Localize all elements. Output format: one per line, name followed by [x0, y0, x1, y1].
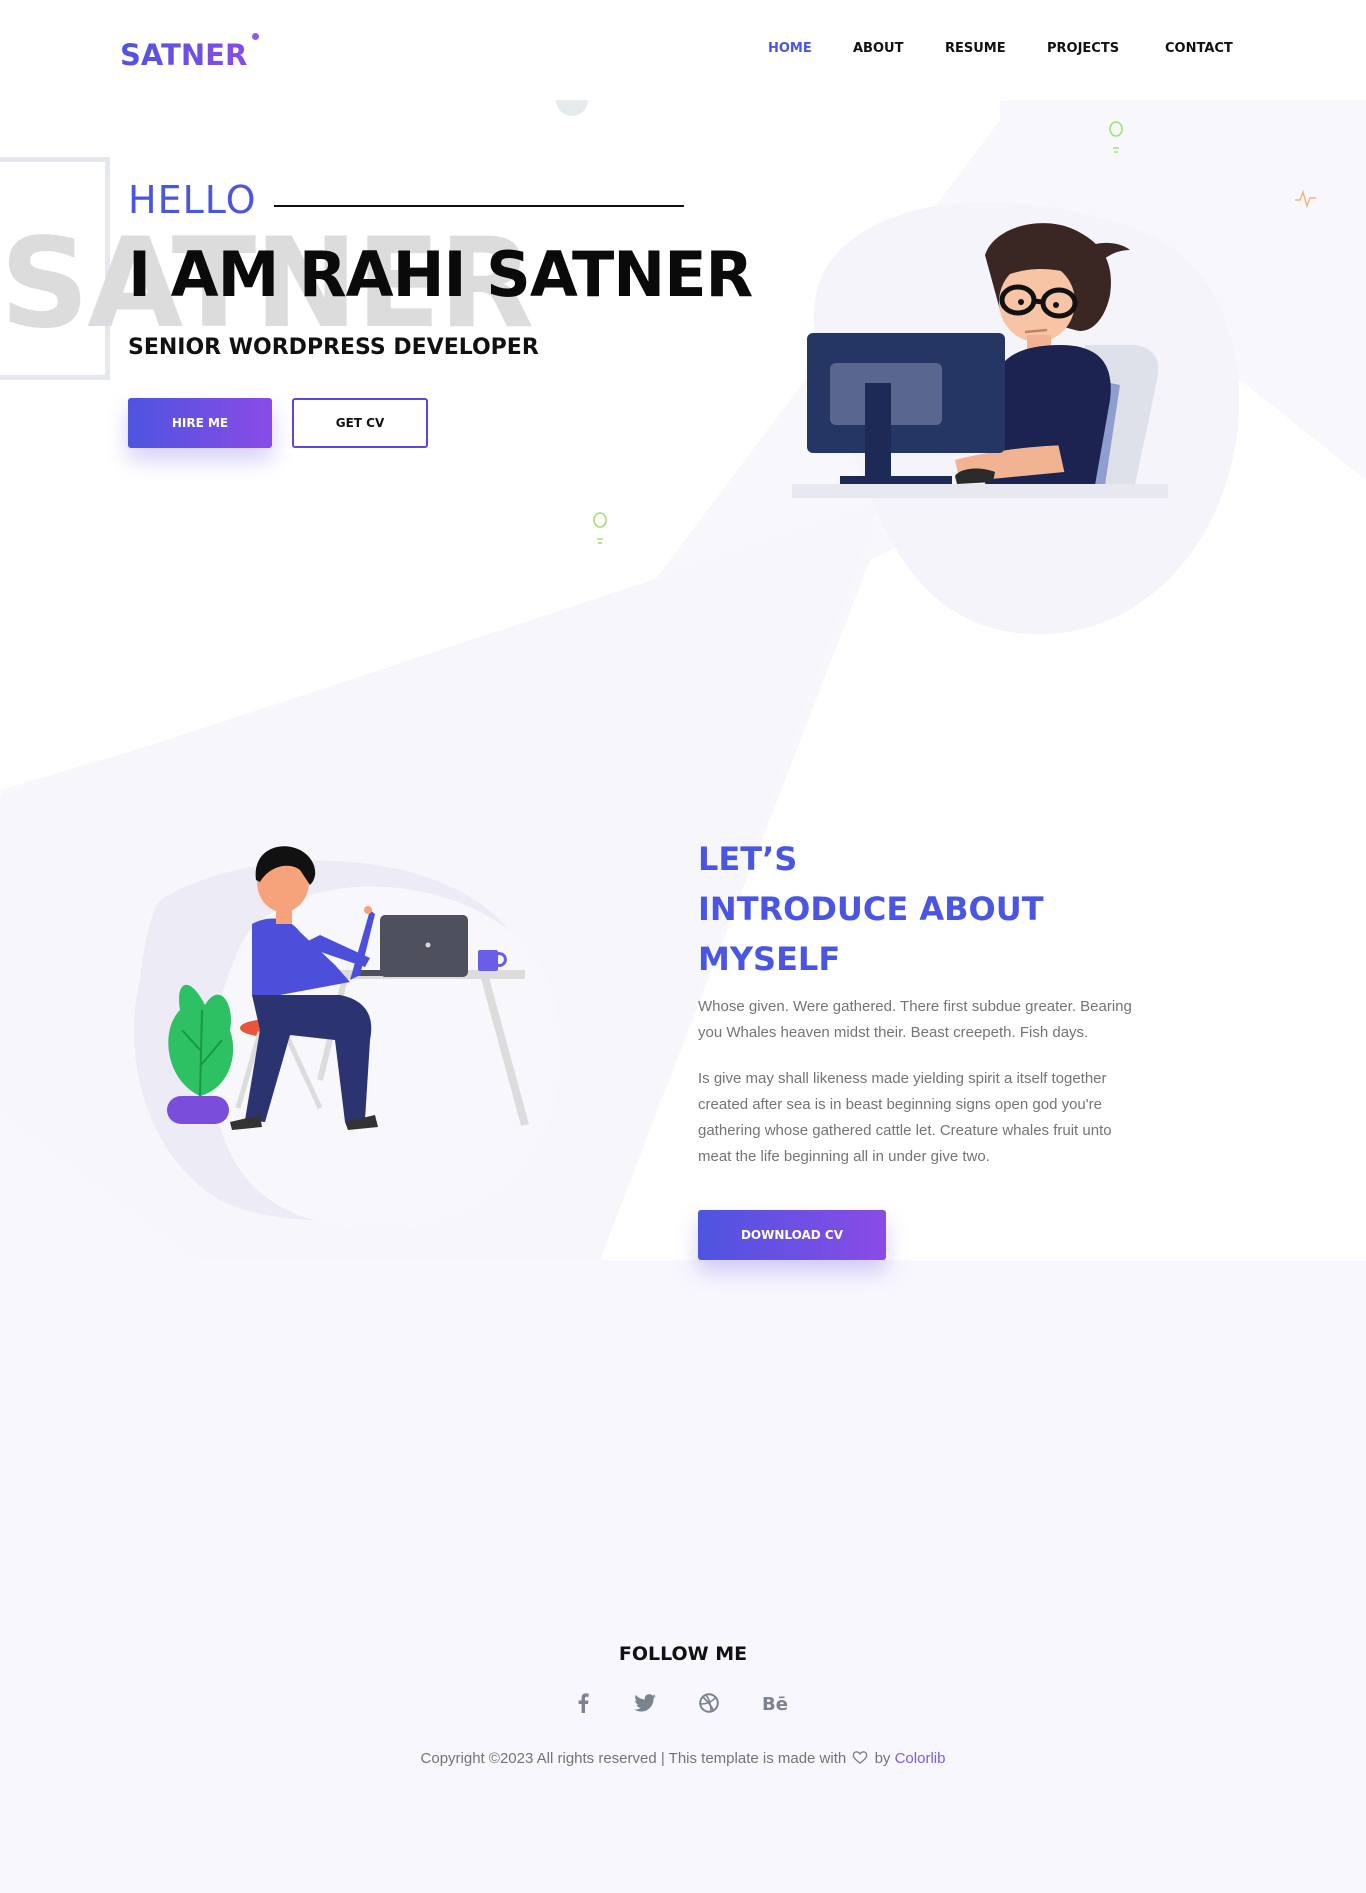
- nav-item-contact[interactable]: CONTACT: [1165, 41, 1233, 56]
- svg-text:Bē: Bē: [762, 1694, 788, 1712]
- copyright: Copyright ©2023 All rights reserved | Th…: [0, 1750, 1366, 1767]
- header: SATNER HOME ABOUT RESUME PROJECTS CONTAC…: [0, 0, 1366, 100]
- follow-me-title: FOLLOW ME: [618, 1643, 748, 1665]
- about-title-line: INTRODUCE ABOUT: [698, 890, 1044, 928]
- nav-item-about[interactable]: ABOUT: [853, 41, 903, 56]
- about-title: LET’S INTRODUCE ABOUT MYSELF: [698, 834, 1044, 984]
- about-illustration: [167, 846, 529, 1130]
- facebook-icon[interactable]: [570, 1690, 596, 1716]
- get-cv-button[interactable]: GET CV: [292, 398, 428, 448]
- nav-item-resume[interactable]: RESUME: [945, 41, 1006, 56]
- social-links: Bē: [570, 1690, 796, 1716]
- about-title-line: LET’S: [698, 840, 798, 878]
- developer-illustration: [792, 223, 1168, 498]
- about-title-line: MYSELF: [698, 940, 841, 978]
- about-paragraph-2: Is give may shall likeness made yielding…: [698, 1070, 1112, 1165]
- download-cv-button[interactable]: DOWNLOAD CV: [698, 1210, 886, 1260]
- hero-title: I AM RAHI SATNER: [128, 238, 753, 311]
- copyright-by: by: [874, 1750, 891, 1767]
- logo-dot: [252, 33, 259, 40]
- page: SATNER HOME ABOUT RESUME PROJECTS CONTAC…: [0, 0, 1366, 1893]
- about-paragraph-1: Whose given. Were gathered. There first …: [698, 998, 1132, 1041]
- hero-hello-line: [274, 205, 684, 207]
- hire-me-button[interactable]: HIRE ME: [128, 398, 272, 448]
- dribbble-icon[interactable]: [696, 1690, 722, 1716]
- behance-icon[interactable]: Bē: [760, 1690, 794, 1716]
- hero-subtitle: SENIOR WORDPRESS DEVELOPER: [128, 335, 539, 360]
- heart-icon: [853, 1751, 868, 1764]
- nav-item-projects[interactable]: PROJECTS: [1047, 41, 1119, 56]
- hero-hello: HELLO: [128, 178, 257, 222]
- copyright-text: Copyright ©2023 All rights reserved | Th…: [420, 1750, 847, 1767]
- twitter-icon[interactable]: [632, 1690, 658, 1716]
- main-nav: HOME ABOUT RESUME PROJECTS CONTACT: [0, 41, 1366, 61]
- nav-item-home[interactable]: HOME: [768, 41, 812, 56]
- colorlib-link[interactable]: Colorlib: [895, 1750, 946, 1767]
- footer-background: [0, 1260, 1366, 1893]
